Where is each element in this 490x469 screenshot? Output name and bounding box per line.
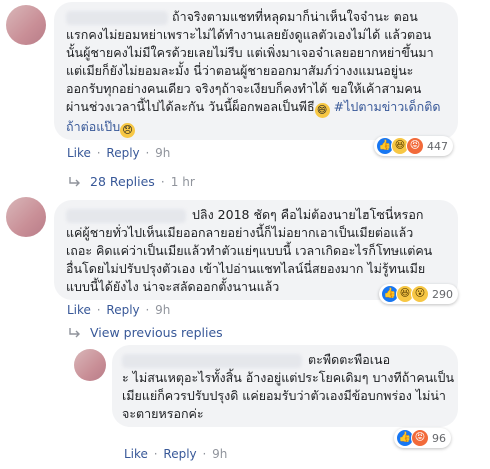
comment-line: ออกรับทุกอย่างคนเดียว จริงๆถ้าจะเงียบก็ค… xyxy=(66,81,422,96)
hashtag-link-continued[interactable]: ถ้าต่อแป๊บ xyxy=(66,119,120,134)
reaction-summary[interactable]: 👍 😆 😡 447 xyxy=(374,136,453,156)
reply-arrow-icon xyxy=(69,176,80,186)
view-previous-label[interactable]: View previous replies xyxy=(90,325,223,340)
like-button[interactable]: Like xyxy=(67,303,91,317)
reaction-count: 290 xyxy=(432,287,453,301)
angry-reaction-icon: 😡 xyxy=(406,137,424,155)
reply-button[interactable]: Reply xyxy=(106,146,139,160)
timestamp[interactable]: 9h xyxy=(212,447,227,461)
replies-count-label[interactable]: 28 Replies xyxy=(90,174,155,189)
comment-text: ถ้าจริงตามแชทที่หลุดมาก็น่าเห็นใจจ๋านะ ต… xyxy=(66,8,456,138)
comment-actions: Like · Reply · 9h xyxy=(67,146,171,160)
comment-line: ถ้าจริงตามแชทที่หลุดมาก็น่าเห็นใจจ๋านะ ต… xyxy=(172,9,418,24)
reply-button[interactable]: Reply xyxy=(163,447,196,461)
comment-line: แค่ผู้ชายทั่วไปเห็นเมียออกลายอย่างนี้ก็ไ… xyxy=(66,225,414,240)
view-previous-replies-link[interactable]: View previous replies xyxy=(68,325,223,340)
avatar[interactable] xyxy=(74,349,106,381)
comment-line: นั้นผู้ชายคงไม่มีใครด้วยเลยไม่รีบ แต่เพิ… xyxy=(66,45,434,60)
like-button[interactable]: Like xyxy=(67,146,91,160)
angry-reaction-icon: 😡 xyxy=(411,429,429,447)
comment-line: เถอะ คิดแค่ว่าเป็นเมียแล้วทำตัวแย่ๆแบบนี… xyxy=(66,243,433,258)
reaction-count: 447 xyxy=(427,139,448,153)
like-button[interactable]: Like xyxy=(124,447,148,461)
reply-button[interactable]: Reply xyxy=(106,303,139,317)
comment-line: แรกคงไม่ยอมหย่าเพราะไม่ได้ทำงานเลยยังดูแ… xyxy=(66,27,432,42)
comment-line: ผ่านช่วงเวลานี้ไปได้ละกัน วันนี้ผ็อกพอลเ… xyxy=(66,99,315,114)
sad-emoji-icon: 😞 xyxy=(120,123,136,138)
timestamp[interactable]: 9h xyxy=(155,146,170,160)
comment-line: เมียแย่ก็ควรปรับปรุงดิ แค่ยอมรับว่าตัวเอ… xyxy=(122,388,446,403)
comment-text: ปลิง 2018 ชัดๆ คือไม่ต้องนายไฮโซนี่หรอก … xyxy=(66,206,456,296)
hashtag-link[interactable]: #ไปตามข่าวเด็กติด xyxy=(334,99,441,114)
comment-line: ตะพืดตะพือเนอ xyxy=(308,352,391,367)
replies-time: 1 hr xyxy=(170,174,195,189)
reaction-count: 96 xyxy=(432,431,446,445)
timestamp[interactable]: 9h xyxy=(155,303,170,317)
reaction-summary[interactable]: 👍 😆 😮 290 xyxy=(379,284,458,304)
comment-line: จะตายหรอกค่ะ xyxy=(122,406,204,421)
comment-actions: Like · Reply · 9h xyxy=(67,303,171,317)
wow-reaction-icon: 😮 xyxy=(411,285,429,303)
reaction-summary[interactable]: 👍 😡 96 xyxy=(394,428,451,448)
avatar[interactable] xyxy=(6,197,46,237)
comment-line: อื่นโดยไม่ปรับปรุงตัวเอง เข้าไปอ่านแชทไล… xyxy=(66,261,426,276)
reply-arrow-icon xyxy=(69,327,80,337)
comment-line: แต่เมียก็ยังไม่ยอมละมั้ง นี่ว่าตอนผู้ชาย… xyxy=(66,63,414,78)
reply-actions: Like · Reply · 9h xyxy=(124,447,228,461)
reply-text: ตะพืดตะพือเนอ ะ ไม่สนเหตุอะไรทั้งสิ้น อ้… xyxy=(122,351,456,423)
laughing-emoji-icon: 😄 xyxy=(314,103,330,118)
comment-line: ะ ไม่สนเหตุอะไรทั้งสิ้น อ้างอยู่แต่ประโย… xyxy=(122,370,454,385)
avatar[interactable] xyxy=(6,5,46,45)
comment-line: ปลิง 2018 ชัดๆ คือไม่ต้องนายไฮโซนี่หรอก xyxy=(192,207,424,222)
view-replies-link[interactable]: 28 Replies · 1 hr xyxy=(68,174,195,189)
